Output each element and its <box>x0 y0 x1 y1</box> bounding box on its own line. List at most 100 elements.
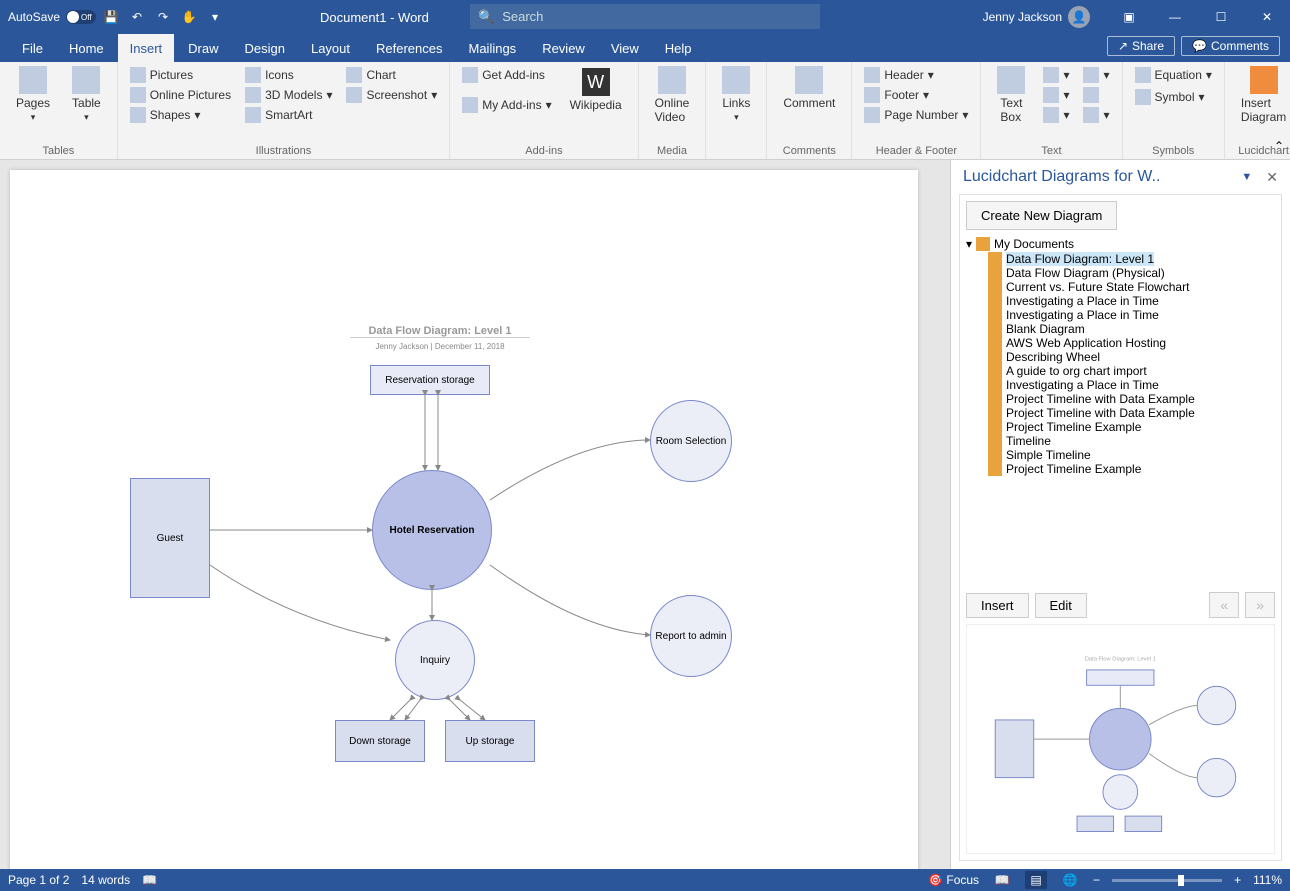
links-button[interactable]: Links▾ <box>714 66 758 123</box>
tab-references[interactable]: References <box>364 34 454 62</box>
document-icon <box>988 434 1002 448</box>
tree-item[interactable]: Data Flow Diagram (Physical) <box>966 266 1275 280</box>
tree-item[interactable]: Investigating a Place in Time <box>966 308 1275 322</box>
tab-insert[interactable]: Insert <box>118 34 175 62</box>
tree-item[interactable]: Project Timeline Example <box>966 420 1275 434</box>
focus-mode-button[interactable]: 🎯 Focus <box>928 873 979 887</box>
save-icon[interactable]: 💾 <box>100 6 122 28</box>
tab-layout[interactable]: Layout <box>299 34 362 62</box>
tree-item[interactable]: Timeline <box>966 434 1275 448</box>
smartart-icon <box>245 107 261 123</box>
panel-edit-button[interactable]: Edit <box>1035 593 1087 618</box>
tree-item[interactable]: Data Flow Diagram: Level 1 <box>966 252 1275 266</box>
web-layout-icon[interactable]: 🌐 <box>1059 871 1081 889</box>
table-button[interactable]: Table▾ <box>64 66 109 123</box>
tab-home[interactable]: Home <box>57 34 116 62</box>
node-report-admin: Report to admin <box>650 595 732 677</box>
touch-mode-icon[interactable]: ✋ <box>178 6 200 28</box>
document-canvas[interactable]: Data Flow Diagram: Level 1 Jenny Jackson… <box>0 160 950 869</box>
print-layout-icon[interactable]: ▤ <box>1025 871 1047 889</box>
tree-root[interactable]: ▾My Documents <box>966 236 1275 252</box>
tree-item[interactable]: Project Timeline with Data Example <box>966 406 1275 420</box>
close-icon[interactable]: ✕ <box>1244 0 1290 34</box>
header-button[interactable]: Header ▾ <box>860 66 972 84</box>
comment-button[interactable]: Comment <box>775 66 843 110</box>
pages-button[interactable]: Pages▾ <box>8 66 58 123</box>
tree-item[interactable]: Simple Timeline <box>966 448 1275 462</box>
online-video-button[interactable]: Online Video <box>647 66 698 124</box>
page-number-button[interactable]: Page Number ▾ <box>860 106 972 124</box>
tab-draw[interactable]: Draw <box>176 34 230 62</box>
node-guest: Guest <box>130 478 210 598</box>
tree-item[interactable]: Current vs. Future State Flowchart <box>966 280 1275 294</box>
shapes-button[interactable]: Shapes ▾ <box>126 106 235 124</box>
tree-item[interactable]: Project Timeline with Data Example <box>966 392 1275 406</box>
tab-mailings[interactable]: Mailings <box>457 34 529 62</box>
online-pictures-button[interactable]: Online Pictures <box>126 86 235 104</box>
drop-cap-button[interactable]: ▾ <box>1039 106 1073 124</box>
tab-help[interactable]: Help <box>653 34 704 62</box>
share-button[interactable]: ↗Share <box>1107 36 1175 56</box>
redo-icon[interactable]: ↷ <box>152 6 174 28</box>
panel-menu-icon[interactable]: ▼ <box>1241 171 1252 183</box>
symbol-button[interactable]: Symbol ▾ <box>1131 88 1216 106</box>
zoom-level[interactable]: 111% <box>1253 873 1282 887</box>
my-addins-button[interactable]: My Add-ins ▾ <box>458 96 555 114</box>
zoom-slider[interactable] <box>1112 879 1222 882</box>
search-input[interactable]: 🔍 Search <box>470 4 820 29</box>
insert-diagram-button[interactable]: Insert Diagram <box>1233 66 1290 124</box>
panel-next-button[interactable]: » <box>1245 592 1275 618</box>
date-time-button[interactable] <box>1079 86 1113 104</box>
tree-item[interactable]: Project Timeline Example <box>966 462 1275 476</box>
smartart-button[interactable]: SmartArt <box>241 106 336 124</box>
panel-prev-button[interactable]: « <box>1209 592 1239 618</box>
create-new-diagram-button[interactable]: Create New Diagram <box>966 201 1117 230</box>
panel-insert-button[interactable]: Insert <box>966 593 1029 618</box>
object-button[interactable]: ▾ <box>1079 106 1113 124</box>
footer-button[interactable]: Footer ▾ <box>860 86 972 104</box>
icons-button[interactable]: Icons <box>241 66 336 84</box>
comments-button[interactable]: 💬Comments <box>1181 36 1280 56</box>
equation-button[interactable]: Equation ▾ <box>1131 66 1216 84</box>
tab-view[interactable]: View <box>599 34 651 62</box>
quick-parts-button[interactable]: ▾ <box>1039 66 1073 84</box>
tree-item[interactable]: AWS Web Application Hosting <box>966 336 1275 350</box>
tab-design[interactable]: Design <box>233 34 297 62</box>
zoom-out-button[interactable]: − <box>1093 873 1100 887</box>
icons-icon <box>245 67 261 83</box>
zoom-in-button[interactable]: + <box>1234 873 1241 887</box>
read-mode-icon[interactable]: 📖 <box>991 871 1013 889</box>
user-account[interactable]: Jenny Jackson 👤 <box>983 6 1090 28</box>
tab-file[interactable]: File <box>10 34 55 62</box>
autosave-toggle[interactable]: AutoSave Off <box>8 10 96 24</box>
pictures-button[interactable]: Pictures <box>126 66 235 84</box>
status-page[interactable]: Page 1 of 2 <box>8 873 69 887</box>
3d-models-button[interactable]: 3D Models ▾ <box>241 86 336 104</box>
tree-item[interactable]: Blank Diagram <box>966 322 1275 336</box>
proofing-icon[interactable]: 📖 <box>142 873 157 887</box>
ribbon-display-icon[interactable]: ▣ <box>1106 0 1152 34</box>
maximize-icon[interactable]: ☐ <box>1198 0 1244 34</box>
ribbon: Pages▾ Table▾ Tables Pictures Online Pic… <box>0 62 1290 160</box>
screenshot-button[interactable]: Screenshot ▾ <box>342 86 441 104</box>
status-words[interactable]: 14 words <box>81 873 130 887</box>
tree-item[interactable]: A guide to org chart import <box>966 364 1275 378</box>
document-icon <box>988 252 1002 266</box>
tree-item[interactable]: Investigating a Place in Time <box>966 294 1275 308</box>
get-addins-button[interactable]: Get Add-ins <box>458 66 555 84</box>
panel-close-icon[interactable]: ✕ <box>1266 169 1278 186</box>
textbox-button[interactable]: Text Box <box>989 66 1033 124</box>
signature-line-button[interactable]: ▾ <box>1079 66 1113 84</box>
quickaccess-more-icon[interactable]: ▾ <box>204 6 226 28</box>
wordart-button[interactable]: ▾ <box>1039 86 1073 104</box>
undo-icon[interactable]: ↶ <box>126 6 148 28</box>
wikipedia-button[interactable]: WWikipedia <box>562 66 630 114</box>
tree-item[interactable]: Describing Wheel <box>966 350 1275 364</box>
minimize-icon[interactable]: — <box>1152 0 1198 34</box>
diagram-tree[interactable]: ▾My Documents Data Flow Diagram: Level 1… <box>966 236 1275 586</box>
tab-review[interactable]: Review <box>530 34 597 62</box>
tree-item[interactable]: Investigating a Place in Time <box>966 378 1275 392</box>
collapse-ribbon-icon[interactable]: ⌃ <box>1274 139 1284 153</box>
chart-button[interactable]: Chart <box>342 66 441 84</box>
document-icon <box>988 420 1002 434</box>
